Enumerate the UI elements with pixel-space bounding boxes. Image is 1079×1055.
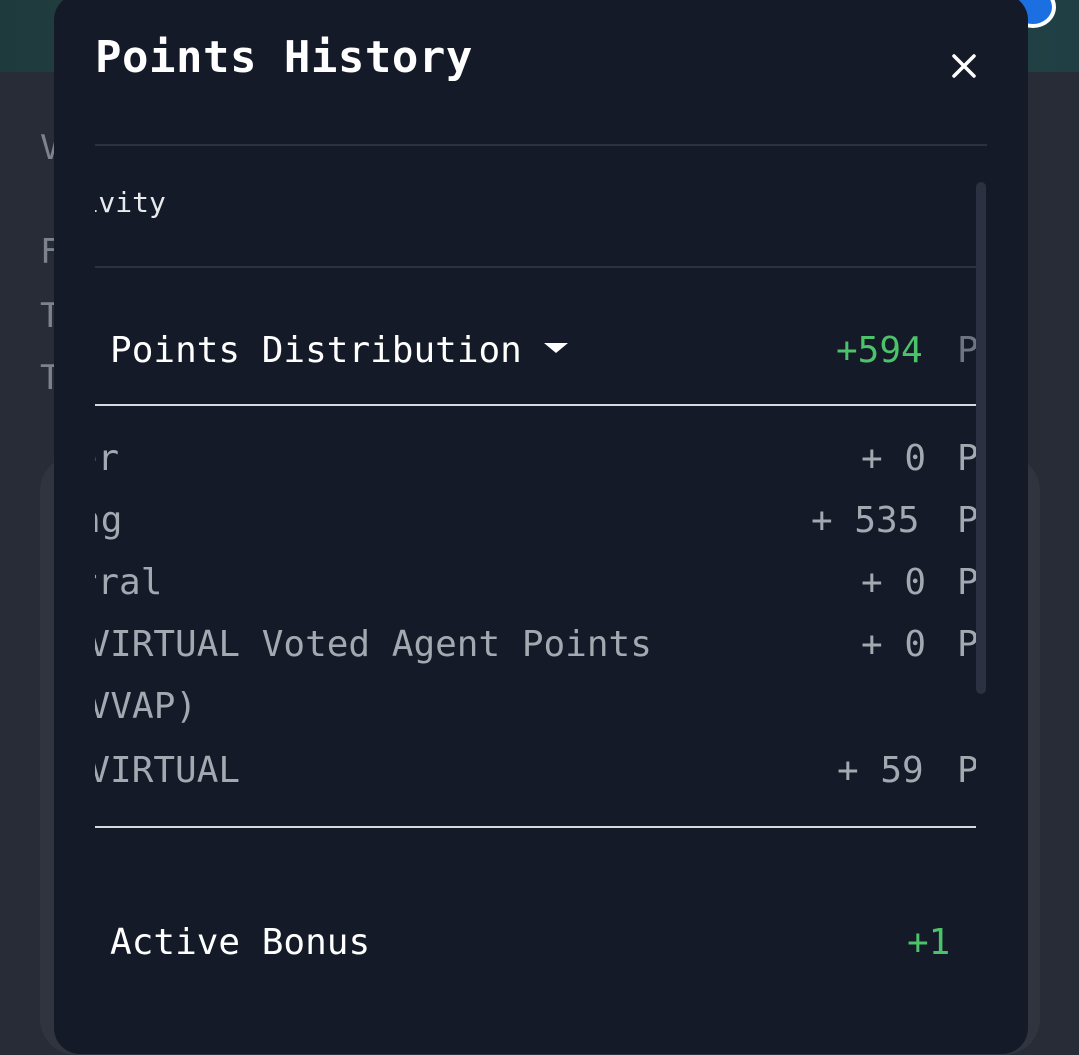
- item-label: Trader: [95, 438, 120, 479]
- item-value: + 0: [861, 438, 927, 479]
- item-unit: Points: [957, 438, 976, 479]
- modal-title: Points History: [95, 32, 473, 83]
- item-value: + 59: [837, 750, 924, 791]
- active-bonus-value: +1: [907, 922, 951, 963]
- item-unit: Points: [957, 624, 976, 665]
- distribution-unit: Points: [957, 330, 976, 371]
- item-unit: Points: [957, 562, 976, 603]
- item-label: veVIRTUAL Voted Agent Points: [95, 624, 652, 665]
- close-button[interactable]: [944, 46, 984, 86]
- tab-divider: [95, 266, 976, 268]
- tab-activity[interactable]: Activity: [95, 186, 166, 219]
- caret-down-icon: [543, 343, 568, 353]
- close-icon: [952, 54, 976, 78]
- distribution-divider: [95, 404, 976, 406]
- distribution-label: Daily Points Distribution: [95, 330, 522, 371]
- section-divider: [95, 826, 976, 828]
- item-label-line2: (VVAP): [95, 686, 198, 727]
- scrollbar[interactable]: [976, 182, 986, 694]
- active-bonus-label: Daily Active Bonus: [95, 922, 371, 963]
- item-label: Referral: [95, 562, 163, 603]
- points-history-modal: Points History Activity Daily Points Dis…: [54, 0, 1028, 1054]
- item-value: + 0: [861, 624, 927, 665]
- item-label: Swapping: [95, 500, 123, 541]
- distribution-total: +594: [836, 330, 923, 371]
- item-value: + 0: [861, 562, 927, 603]
- item-label: veVIRTUAL: [95, 750, 241, 791]
- item-unit: Points: [957, 750, 976, 791]
- history-scroll-area[interactable]: Activity Daily Points Distribution +594 …: [95, 146, 976, 1054]
- item-unit: Points: [957, 500, 976, 541]
- item-value: + 535: [811, 500, 920, 541]
